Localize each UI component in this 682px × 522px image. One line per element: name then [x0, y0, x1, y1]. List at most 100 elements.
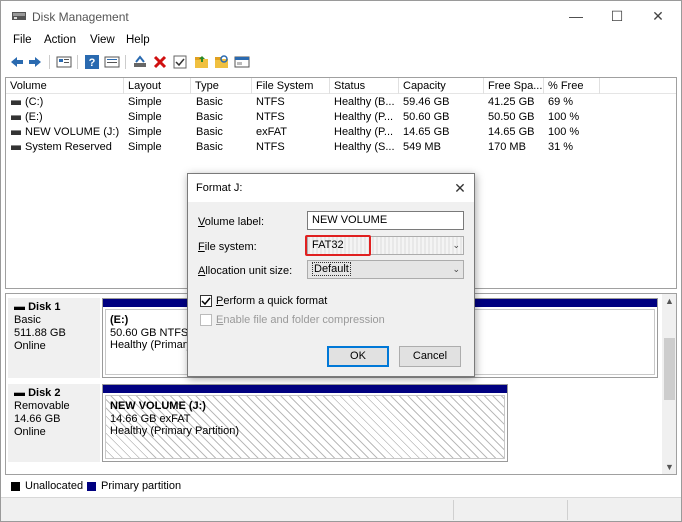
checkmark-icon [201, 297, 211, 306]
svg-text:?: ? [89, 57, 96, 69]
compression-checkbox[interactable] [200, 314, 212, 326]
allocation-unit-select[interactable]: Default ⌄ [307, 260, 464, 279]
unallocated-swatch [11, 482, 20, 491]
menu-file[interactable]: File [13, 34, 32, 46]
disk-management-window: Disk Management — ☐ ✕ File Action View H… [0, 0, 682, 522]
partition-header-bar [103, 385, 507, 393]
volume-icon [11, 145, 21, 150]
toolbar: ? [1, 51, 681, 73]
volume-label-input[interactable]: NEW VOLUME [307, 211, 464, 230]
allocation-unit-label: Allocation unit size: [198, 265, 293, 277]
column-header-file-system[interactable]: File System [252, 78, 330, 94]
volume-name: (C:) [25, 96, 44, 108]
folder-search-icon[interactable] [214, 54, 230, 70]
volume-capacity: 14.65 GB [403, 126, 450, 138]
forward-arrow-icon[interactable] [27, 54, 43, 70]
title-bar: Disk Management — ☐ ✕ [1, 1, 681, 31]
dialog-title-bar: Format J: ✕ [188, 174, 474, 202]
volume-free-space: 41.25 GB [488, 96, 535, 108]
window-title: Disk Management [32, 10, 129, 24]
quick-format-label[interactable]: Perform a quick format [216, 295, 327, 307]
volume-type: Basic [196, 141, 223, 153]
volume-name: System Reserved [25, 141, 112, 153]
disk-list-icon[interactable] [56, 54, 72, 70]
volume-row[interactable]: System Reserved Simple Basic NTFS Health… [6, 140, 676, 155]
volume-list-header: Volume Layout Type File System Status Ca… [6, 78, 676, 94]
console-icon[interactable] [234, 54, 250, 70]
disk-size: 511.88 GB [14, 327, 66, 339]
primary-swatch [87, 482, 96, 491]
checkmark-icon[interactable] [172, 54, 188, 70]
partition-status: Healthy (Primary Partition) [110, 425, 239, 437]
minimize-button[interactable]: — [560, 5, 592, 27]
volume-layout: Simple [128, 96, 162, 108]
disk-name: Disk 1 [28, 301, 61, 313]
disk-size: 14.66 GB [14, 413, 61, 425]
column-header-type[interactable]: Type [191, 78, 252, 94]
menu-action[interactable]: Action [44, 34, 76, 46]
disk-map-scrollbar[interactable]: ▲ ▼ [662, 294, 676, 474]
volume-type: Basic [196, 126, 223, 138]
volume-icon [11, 115, 21, 120]
column-header-layout[interactable]: Layout [124, 78, 191, 94]
ok-button[interactable]: OK [327, 346, 389, 367]
volume-layout: Simple [128, 126, 162, 138]
properties-icon[interactable] [104, 54, 120, 70]
volume-name: NEW VOLUME (J:) [25, 126, 120, 138]
menu-view[interactable]: View [90, 34, 115, 46]
partition-j[interactable]: NEW VOLUME (J:) 14.66 GB exFAT Healthy (… [102, 384, 508, 462]
dialog-close-button[interactable]: ✕ [450, 178, 470, 198]
volume-row[interactable]: (C:) Simple Basic NTFS Healthy (B... 59.… [6, 95, 676, 110]
volume-percent-free: 31 % [548, 141, 574, 153]
legend-primary: Primary partition [101, 480, 182, 492]
connect-icon[interactable] [132, 54, 148, 70]
quick-format-checkbox[interactable] [200, 295, 212, 307]
disk-label-1[interactable]: ▬ Disk 1 Basic 511.88 GB Online [8, 298, 100, 378]
volume-free-space: 170 MB [488, 141, 526, 153]
toolbar-separator [49, 55, 50, 69]
volume-name: (E:) [25, 111, 43, 123]
close-button[interactable]: ✕ [642, 5, 674, 27]
disk-label-2[interactable]: ▬ Disk 2 Removable 14.66 GB Online [8, 384, 100, 462]
scroll-up-icon[interactable]: ▲ [662, 294, 676, 308]
status-bar [1, 497, 681, 521]
disk-type: Basic [14, 314, 41, 326]
column-header-capacity[interactable]: Capacity [399, 78, 484, 94]
volume-layout: Simple [128, 111, 162, 123]
help-icon[interactable]: ? [84, 54, 100, 70]
partition-detail: 14.66 GB exFAT [110, 412, 191, 425]
volume-percent-free: 69 % [548, 96, 574, 108]
scrollbar-thumb[interactable] [664, 338, 675, 400]
volume-free-space: 14.65 GB [488, 126, 535, 138]
maximize-button[interactable]: ☐ [601, 5, 633, 27]
volume-file-system: exFAT [256, 126, 287, 138]
folder-up-icon[interactable] [194, 54, 210, 70]
volume-percent-free: 100 % [548, 126, 580, 138]
column-header-percent-free[interactable]: % Free [544, 78, 600, 94]
disk-status: Online [14, 340, 46, 352]
legend: Unallocated Primary partition [5, 477, 677, 495]
volume-icon [11, 130, 21, 135]
chevron-down-icon: ⌄ [452, 240, 460, 250]
disk-status: Online [14, 426, 46, 438]
column-header-free-space[interactable]: Free Spa... [484, 78, 544, 94]
format-dialog: Format J: ✕ Volume label: NEW VOLUME Fil… [187, 173, 475, 377]
volume-type: Basic [196, 96, 223, 108]
volume-row[interactable]: (E:) Simple Basic NTFS Healthy (P... 50.… [6, 110, 676, 125]
column-header-volume[interactable]: Volume [6, 78, 124, 94]
volume-percent-free: 100 % [548, 111, 580, 123]
back-arrow-icon[interactable] [9, 54, 25, 70]
volume-file-system: NTFS [256, 111, 285, 123]
menu-help[interactable]: Help [126, 34, 150, 46]
volume-layout: Simple [128, 141, 162, 153]
column-header-status[interactable]: Status [330, 78, 399, 94]
scroll-down-icon[interactable]: ▼ [662, 460, 676, 474]
volume-status: Healthy (P... [334, 126, 394, 138]
disk-name: Disk 2 [28, 387, 61, 399]
cancel-button[interactable]: Cancel [399, 346, 461, 367]
volume-row[interactable]: NEW VOLUME (J:) Simple Basic exFAT Healt… [6, 125, 676, 140]
delete-icon[interactable] [152, 54, 168, 70]
volume-label-label: Volume label: [198, 216, 265, 228]
disk-management-icon [12, 12, 26, 20]
volume-capacity: 549 MB [403, 141, 441, 153]
